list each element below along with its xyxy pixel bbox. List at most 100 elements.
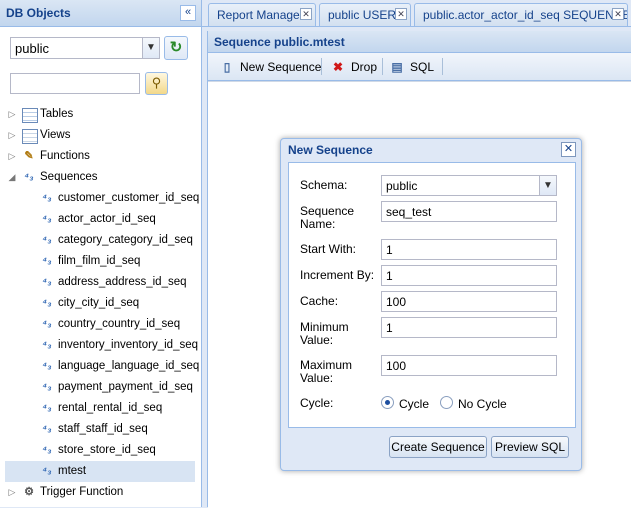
collapse-panel-button[interactable]: « <box>180 5 196 21</box>
tree-item[interactable]: ▷ Views <box>5 125 195 146</box>
tree-item-label: Sequences <box>40 171 98 183</box>
close-icon[interactable]: ✕ <box>561 142 576 157</box>
tree-item-label: rental_rental_id_seq <box>58 402 163 414</box>
tree-item-label: actor_actor_id_seq <box>58 213 156 225</box>
sequence-icon: ⁴₃ <box>42 381 52 393</box>
filter-input[interactable] <box>10 73 140 94</box>
tree-item-label: store_store_id_seq <box>58 444 156 456</box>
sequence-icon: ⁴₃ <box>42 423 52 435</box>
close-icon[interactable]: ✕ <box>612 8 624 20</box>
view-icon <box>22 129 38 144</box>
minimum-value: 1 <box>386 321 393 335</box>
cache-field[interactable]: 100 <box>381 291 557 312</box>
db-objects-panel: DB Objects « public ▼ ↻ ⚲ ▷ Tables ▷ Views ▷… <box>0 0 202 507</box>
close-icon[interactable]: ✕ <box>395 8 407 20</box>
chevron-down-icon[interactable]: ▼ <box>142 38 159 58</box>
schema-combo-value: public <box>386 179 418 193</box>
tab-actor-sequence[interactable]: public.actor_actor_id_seq SEQUENCE ✕ <box>414 3 628 26</box>
drop-button[interactable]: ✖ Drop <box>331 58 377 76</box>
tree-item-label: category_category_id_seq <box>58 234 193 246</box>
tree-item[interactable]: ▷ Tables <box>5 104 195 125</box>
schema-label: Schema: <box>300 178 348 192</box>
sequence-icon: ⁴₃ <box>42 360 52 372</box>
tab-report-manager[interactable]: Report Manager ✕ <box>208 3 316 26</box>
dialog-title: New Sequence <box>288 143 373 157</box>
start-with-value: 1 <box>386 243 393 257</box>
tree-item-label: Tables <box>40 108 74 120</box>
table-icon <box>22 108 38 123</box>
dialog-form: Schema: public ▼ Sequence Name: seq_test … <box>288 162 576 428</box>
db-objects-header: DB Objects « <box>0 0 201 27</box>
tree-item[interactable]: ⁴₃ address_address_id_seq <box>5 272 195 293</box>
tree-item-label: Trigger Function <box>40 486 124 498</box>
tree-item-label: customer_customer_id_seq <box>58 192 200 204</box>
sequence-icon: ⁴₃ <box>42 402 52 414</box>
preview-sql-button[interactable]: Preview SQL <box>491 436 569 458</box>
expand-arrow-icon[interactable]: ▷ <box>7 146 17 167</box>
new-sequence-button[interactable]: ▯ New Sequence <box>220 58 322 76</box>
maximum-value-field[interactable]: 100 <box>381 355 557 376</box>
sequence-name-field[interactable]: seq_test <box>381 201 557 222</box>
tree-item[interactable]: ⁴₃ store_store_id_seq <box>5 440 195 461</box>
refresh-button[interactable]: ↻ <box>164 36 188 60</box>
tree-item[interactable]: ⁴₃ staff_staff_id_seq <box>5 419 195 440</box>
sequence-name-label: Sequence Name: <box>300 204 355 231</box>
tree-item[interactable]: ⁴₃ mtest <box>5 461 195 482</box>
tab-strip: Report Manager ✕ public USERS ✕ public.a… <box>202 0 631 27</box>
tree-item-label: staff_staff_id_seq <box>58 423 148 435</box>
tree-item[interactable]: ▷ ⚙ Trigger Function <box>5 482 195 503</box>
increment-by-field[interactable]: 1 <box>381 265 557 286</box>
tab-label: Report Manager <box>217 8 304 22</box>
tab-public-users[interactable]: public USERS ✕ <box>319 3 411 26</box>
tree-item[interactable]: ⁴₃ city_city_id_seq <box>5 293 195 314</box>
sequence-name-value: seq_test <box>386 205 432 219</box>
cycle-radio[interactable] <box>381 396 394 409</box>
sequence-icon: ⁴₃ <box>42 234 52 246</box>
close-icon[interactable]: ✕ <box>300 8 312 20</box>
tree-item[interactable]: ⁴₃ category_category_id_seq <box>5 230 195 251</box>
expand-arrow-icon[interactable]: ▷ <box>7 104 17 125</box>
sequence-icon: ⁴₃ <box>42 465 52 477</box>
tree-item[interactable]: ⁴₃ inventory_inventory_id_seq <box>5 335 199 356</box>
schema-combo[interactable]: public ▼ <box>381 175 557 196</box>
toolbar-divider <box>442 58 443 75</box>
tree-item[interactable]: ⁴₃ country_country_id_seq <box>5 314 195 335</box>
refresh-icon: ↻ <box>169 39 183 56</box>
minimum-value-field[interactable]: 1 <box>381 317 557 338</box>
no-cycle-radio[interactable] <box>440 396 453 409</box>
increment-by-label: Increment By: <box>300 268 375 282</box>
schema-select[interactable]: public ▼ <box>10 37 160 59</box>
start-with-field[interactable]: 1 <box>381 239 557 260</box>
cycle-option-label: Cycle <box>399 397 430 411</box>
start-with-label: Start With: <box>300 242 357 256</box>
tree-item[interactable]: ⁴₃ film_film_id_seq <box>5 251 195 272</box>
collapse-arrow-icon[interactable]: ◢ <box>7 167 17 188</box>
tree-item[interactable]: ⁴₃ actor_actor_id_seq <box>5 209 195 230</box>
chevron-down-icon[interactable]: ▼ <box>539 176 556 195</box>
minimum-value-label: Minimum Value: <box>300 320 349 347</box>
sequence-icon: ⁴₃ <box>24 171 34 183</box>
tree-item[interactable]: ⁴₃ rental_rental_id_seq <box>5 398 195 419</box>
tree-item[interactable]: ⁴₃ payment_payment_id_seq <box>5 377 195 398</box>
cache-label: Cache: <box>300 294 339 308</box>
tree-item-label: payment_payment_id_seq <box>58 381 193 393</box>
db-objects-title: DB Objects <box>6 6 71 20</box>
expand-arrow-icon[interactable]: ▷ <box>7 482 17 503</box>
new-sequence-dialog: New Sequence ✕ Schema: public ▼ Sequence… <box>280 138 582 471</box>
sql-button[interactable]: ▤ SQL <box>390 58 434 76</box>
sequence-icon: ⁴₃ <box>42 192 52 204</box>
tree-item[interactable]: ▷ ✎ Functions <box>5 146 195 167</box>
cache-value: 100 <box>386 295 407 309</box>
drop-label: Drop <box>351 60 378 74</box>
tree-item-label: film_film_id_seq <box>58 255 141 267</box>
tree-item[interactable]: ◢ ⁴₃ Sequences <box>5 167 195 188</box>
expand-arrow-icon[interactable]: ▷ <box>7 125 17 146</box>
sequence-icon: ⁴₃ <box>42 339 52 351</box>
create-sequence-button[interactable]: Create Sequence <box>389 436 487 458</box>
schema-select-value: public <box>15 41 49 56</box>
object-tree: ▷ Tables ▷ Views ▷ ✎ Functions ◢ ⁴₃ Sequences ⁴₃ cu… <box>0 104 200 507</box>
search-button[interactable]: ⚲ <box>145 72 168 95</box>
tree-item[interactable]: ⁴₃ language_language_id_seq <box>5 356 200 377</box>
no-cycle-option-label: No Cycle <box>458 397 507 411</box>
tree-item[interactable]: ⁴₃ customer_customer_id_seq <box>5 188 200 209</box>
